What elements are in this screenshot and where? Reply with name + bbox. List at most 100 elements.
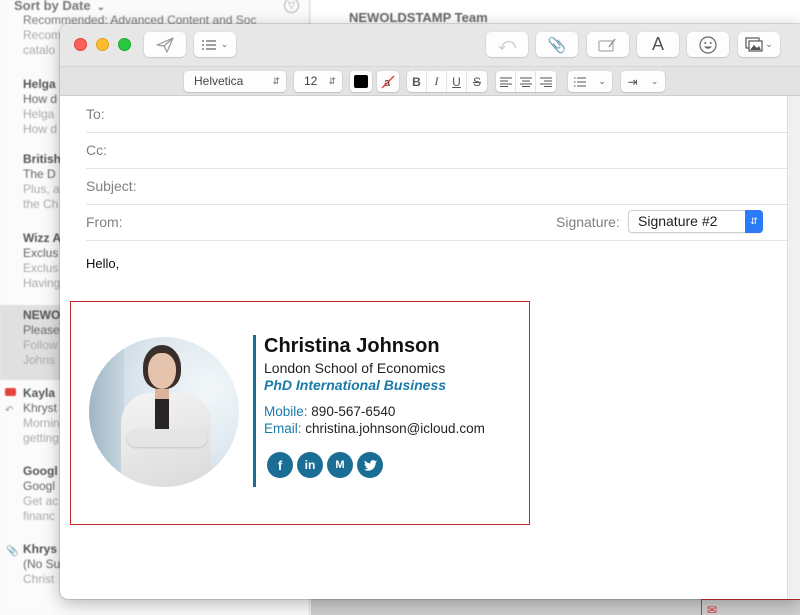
sort-menu[interactable]: Sort by Date ⌄ [14,0,105,13]
maximize-button[interactable] [118,38,131,51]
signature-email: Email: christina.johnson@icloud.com [264,421,485,436]
text-color-button[interactable] [350,71,372,92]
underline-button[interactable]: U [447,71,467,92]
signature-title: PhD International Business [264,377,447,393]
chevron-down-icon: ⌄ [650,76,659,86]
strikethrough-icon: S [472,74,481,89]
chevron-down-icon: ⌄ [220,39,229,49]
signature-divider [253,335,256,487]
compose-window: ⌄ ⤺ 📎 A ⌄ Helvetica ⇵ 12 ⇵ B I U S ⌄ ⇥ ⌄… [60,24,800,599]
bottom-bar: ✉ [311,598,800,615]
chevron-down-icon: ⌄ [765,39,773,49]
paper-plane-icon [156,36,174,53]
subject-label: Subject: [86,178,137,194]
gmail-icon[interactable]: ✉ [707,603,717,615]
bold-button[interactable]: B [407,71,427,92]
email-signature: Christina Johnson London School of Econo… [70,301,530,525]
flag-icon [5,388,16,396]
align-center-button[interactable] [516,71,536,92]
screen: Sort by Date ⌄ ▽ Recommended: Advanced Co… [0,0,800,615]
reply-button[interactable]: ⤺ [486,32,528,57]
mobile-value[interactable]: 890-567-6540 [311,404,395,419]
attach-button[interactable]: 📎 [536,32,578,57]
scrollbar[interactable] [787,96,800,599]
format-icon: A [651,34,664,54]
signature-school: London School of Economics [264,360,446,376]
linkedin-glyph: in [304,458,316,472]
reply-icon: ⤺ [497,34,517,54]
cc-label: Cc: [86,142,107,158]
markup-icon [598,38,616,52]
twitter-icon[interactable] [357,452,383,478]
align-left-icon [499,76,512,87]
email-value[interactable]: christina.johnson@icloud.com [305,421,485,436]
header-fields-button[interactable]: ⌄ [194,32,236,57]
replied-icon: ↶ [5,405,14,416]
font-select[interactable]: Helvetica ⇵ [184,71,286,92]
align-right-icon [540,76,552,87]
facebook-icon[interactable]: f [267,452,293,478]
signature-name: Christina Johnson [264,335,440,357]
align-center-icon [519,76,532,87]
highlight-box: ✉ [701,599,800,615]
text-style-group: B I U S [407,71,487,92]
to-field[interactable]: To: [86,97,800,133]
signature-select[interactable]: Signature #2 ⇵ [628,210,763,233]
medium-glyph: M [335,459,345,471]
strikethrough-button[interactable]: S [467,71,487,92]
italic-icon: I [434,74,439,88]
bold-icon: B [412,74,421,89]
align-left-button[interactable] [496,71,516,92]
linkedin-icon[interactable]: in [297,452,323,478]
indent-button[interactable]: ⇥ ⌄ [621,71,665,92]
subject-field[interactable]: Subject: [86,169,800,205]
font-size-value: 12 [304,74,318,88]
sort-label: Sort by Date [14,0,91,13]
to-label: To: [86,106,105,122]
medium-icon[interactable]: M [327,452,353,478]
list-icon [201,39,216,50]
background-color-button[interactable]: a [377,71,399,92]
from-row: From: Signature: Signature #2 ⇵ [86,205,800,241]
font-size-select[interactable]: 12 ⇵ [294,71,342,92]
signature-label: Signature: [556,214,620,230]
bullet-list-icon [574,76,587,87]
list-style-button[interactable]: ⌄ [568,71,612,92]
alignment-group [496,71,556,92]
minimize-button[interactable] [96,38,109,51]
paperclip-icon: 📎 [547,36,567,54]
indent-icon: ⇥ [627,74,638,89]
updown-icon: ⇵ [328,76,336,86]
filter-icon[interactable]: ▽ [284,0,299,13]
no-color-icon: a [381,75,395,89]
updown-icon: ⇵ [745,210,763,233]
cc-field[interactable]: Cc: [86,133,800,169]
chevron-down-icon: ⌄ [96,2,105,13]
photo-icon [745,37,763,52]
twitter-bird [363,459,377,471]
close-button[interactable] [74,38,87,51]
format-bar: Helvetica ⇵ 12 ⇵ a B I U S [60,66,800,96]
avatar [89,337,239,487]
toolbar: ⌄ ⤺ 📎 A ⌄ [60,24,800,66]
text-color-swatch [354,75,368,88]
email-label: Email: [264,421,302,436]
font-value: Helvetica [194,74,244,88]
smiley-icon [699,35,717,54]
updown-icon: ⇵ [272,76,280,86]
underline-icon: U [452,74,461,89]
signature-mobile: Mobile: 890-567-6540 [264,404,395,419]
emoji-button[interactable] [687,32,729,57]
mobile-label: Mobile: [264,404,308,419]
send-button[interactable] [144,32,186,57]
reader-sender: NEWOLDSTAMP Team [349,10,488,25]
align-right-button[interactable] [536,71,556,92]
facebook-glyph: f [277,457,283,473]
photo-browser-button[interactable]: ⌄ [738,32,780,57]
body-greeting[interactable]: Hello, [86,256,119,271]
markup-button[interactable] [587,32,629,57]
signature-value: Signature #2 [638,213,718,229]
italic-button[interactable]: I [427,71,447,92]
social-links: f in M [267,452,383,478]
format-button[interactable]: A [637,32,679,57]
